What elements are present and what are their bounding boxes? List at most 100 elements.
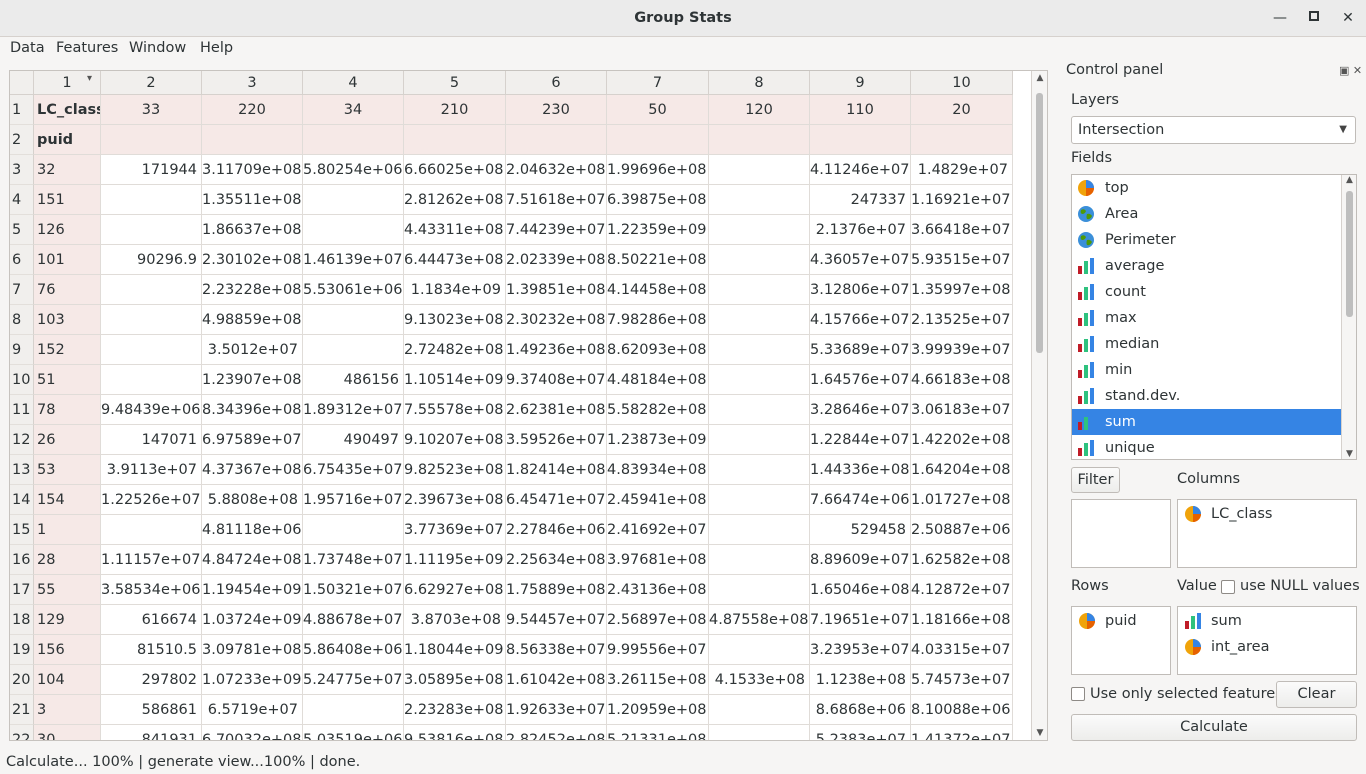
column-header[interactable]: 10	[911, 71, 1013, 95]
row-header[interactable]: 21	[10, 695, 34, 725]
value-item[interactable]: int_area	[1184, 635, 1270, 659]
table-cell[interactable]: 4.66183e+08	[911, 365, 1013, 395]
table-cell[interactable]: 2.25634e+08	[506, 545, 607, 575]
table-cell[interactable]: 5.74573e+07	[911, 665, 1013, 695]
table-cell[interactable]: 210	[404, 95, 506, 125]
table-cell[interactable]: 1.61042e+08	[506, 665, 607, 695]
table-cell[interactable]: 1.18044e+09	[404, 635, 506, 665]
table-cell[interactable]: 81510.5	[101, 635, 202, 665]
table-cell[interactable]: 4.37367e+08	[202, 455, 303, 485]
table-cell[interactable]: 7.98286e+08	[607, 305, 709, 335]
table-cell[interactable]	[404, 125, 506, 155]
table-cell[interactable]: 51	[34, 365, 101, 395]
menu-window[interactable]: Window	[129, 40, 186, 56]
table-cell[interactable]: 2.02339e+08	[506, 245, 607, 275]
table-cell[interactable]: 9.37408e+07	[506, 365, 607, 395]
menu-data[interactable]: Data	[10, 40, 45, 56]
row-header[interactable]: 11	[10, 395, 34, 425]
table-cell[interactable]	[709, 425, 810, 455]
table-cell[interactable]: 7.55578e+08	[404, 395, 506, 425]
table-cell[interactable]: 4.87558e+08	[709, 605, 810, 635]
use-null-checkbox[interactable]	[1221, 580, 1235, 594]
table-cell[interactable]: 6.70032e+08	[202, 725, 303, 740]
table-cell[interactable]: 1.22359e+09	[607, 215, 709, 245]
table-cell[interactable]: 4.48184e+08	[607, 365, 709, 395]
table-cell[interactable]: 3.97681e+08	[607, 545, 709, 575]
row-header[interactable]: 17	[10, 575, 34, 605]
table-cell[interactable]	[709, 395, 810, 425]
filter-box[interactable]	[1071, 499, 1171, 568]
table-cell[interactable]: 1.10514e+09	[404, 365, 506, 395]
table-cell[interactable]: 1.20959e+08	[607, 695, 709, 725]
table-cell[interactable]: 76	[34, 275, 101, 305]
row-header[interactable]: 20	[10, 665, 34, 695]
table-cell[interactable]: 5.21331e+08	[607, 725, 709, 740]
table-cell[interactable]: 6.62927e+08	[404, 575, 506, 605]
table-cell[interactable]: 152	[34, 335, 101, 365]
table-cell[interactable]: 3.66418e+07	[911, 215, 1013, 245]
table-cell[interactable]: 1.22526e+07	[101, 485, 202, 515]
table-cell[interactable]: 7.44239e+07	[506, 215, 607, 245]
table-cell[interactable]: 8.6868e+06	[810, 695, 911, 725]
table-cell[interactable]	[101, 305, 202, 335]
table-cell[interactable]: 2.04632e+08	[506, 155, 607, 185]
table-cell[interactable]: 9.13023e+08	[404, 305, 506, 335]
table-cell[interactable]: 20	[911, 95, 1013, 125]
table-cell[interactable]: 1.73748e+07	[303, 545, 404, 575]
table-cell[interactable]: 2.39673e+08	[404, 485, 506, 515]
values-box[interactable]: sum int_area	[1177, 606, 1357, 675]
table-cell[interactable]	[303, 215, 404, 245]
table-cell[interactable]: 1.01727e+08	[911, 485, 1013, 515]
column-header[interactable]: 5	[404, 71, 506, 95]
table-cell[interactable]	[709, 185, 810, 215]
table-cell[interactable]: 3.09781e+08	[202, 635, 303, 665]
table-cell[interactable]: 2.23228e+08	[202, 275, 303, 305]
table-cell[interactable]	[709, 275, 810, 305]
row-header[interactable]: 19	[10, 635, 34, 665]
row-header[interactable]: 14	[10, 485, 34, 515]
table-cell[interactable]: 4.98859e+08	[202, 305, 303, 335]
scroll-thumb[interactable]	[1036, 93, 1043, 353]
table-cell[interactable]: 486156	[303, 365, 404, 395]
field-item-min[interactable]: min	[1072, 357, 1342, 383]
fields-list[interactable]: unique sum stand.dev. min median max count aver…	[1071, 174, 1357, 460]
table-cell[interactable]	[101, 275, 202, 305]
table-cell[interactable]: 1	[34, 515, 101, 545]
table-cell[interactable]: 1.49236e+08	[506, 335, 607, 365]
column-header[interactable]: 3	[202, 71, 303, 95]
table-corner[interactable]	[10, 71, 34, 95]
table-cell[interactable]: 6.44473e+08	[404, 245, 506, 275]
table-cell[interactable]: 1.86637e+08	[202, 215, 303, 245]
table-cell[interactable]: 28	[34, 545, 101, 575]
minimize-icon[interactable]: —	[1270, 8, 1290, 28]
row-header[interactable]: 16	[10, 545, 34, 575]
table-cell[interactable]: 154	[34, 485, 101, 515]
table-cell[interactable]: 156	[34, 635, 101, 665]
table-cell[interactable]: 3.5012e+07	[202, 335, 303, 365]
table-vertical-scrollbar[interactable]: ▲ ▼	[1031, 71, 1047, 740]
table-cell[interactable]: 1.19454e+09	[202, 575, 303, 605]
table-cell[interactable]: 5.58282e+08	[607, 395, 709, 425]
table-cell[interactable]: 3.05895e+08	[404, 665, 506, 695]
row-header[interactable]: 15	[10, 515, 34, 545]
value-item[interactable]: sum	[1184, 609, 1242, 633]
table-cell[interactable]: 30	[34, 725, 101, 740]
table-cell[interactable]	[709, 635, 810, 665]
table-cell[interactable]: 5.2383e+07	[810, 725, 911, 740]
table-cell[interactable]: 5.86408e+06	[303, 635, 404, 665]
table-cell[interactable]: 104	[34, 665, 101, 695]
row-header[interactable]: 6	[10, 245, 34, 275]
table-cell[interactable]	[101, 125, 202, 155]
table-cell[interactable]: 151	[34, 185, 101, 215]
table-cell[interactable]	[303, 335, 404, 365]
table-cell[interactable]: 490497	[303, 425, 404, 455]
table-cell[interactable]: 129	[34, 605, 101, 635]
close-icon[interactable]: ✕	[1338, 8, 1358, 28]
table-cell[interactable]: 1.64204e+08	[911, 455, 1013, 485]
table-cell[interactable]: 841931	[101, 725, 202, 740]
table-cell[interactable]: 1.16921e+07	[911, 185, 1013, 215]
scroll-down-icon[interactable]: ▼	[1342, 449, 1356, 459]
table-cell[interactable]	[709, 365, 810, 395]
table-cell[interactable]: 9.99556e+07	[607, 635, 709, 665]
row-header[interactable]: 12	[10, 425, 34, 455]
